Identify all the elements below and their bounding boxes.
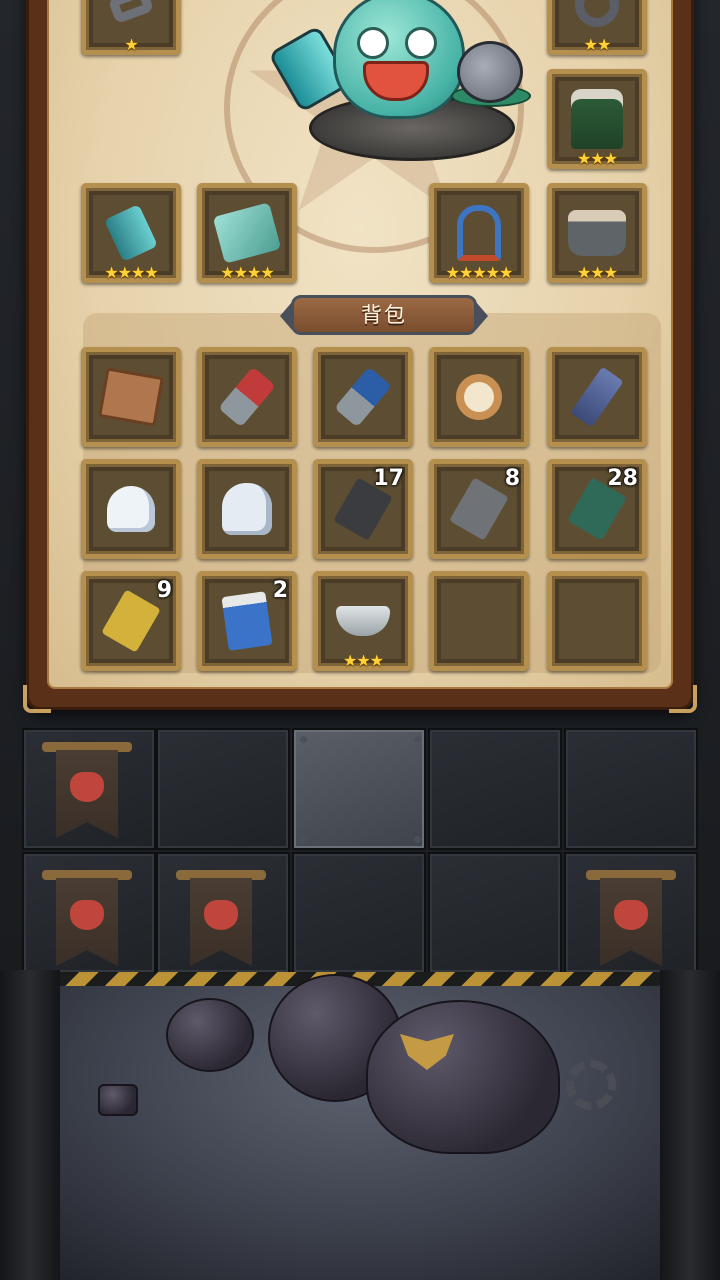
equip-stars: ★★★★ (220, 263, 274, 282)
right-pillar (660, 970, 720, 1280)
angry-ghost-icon (222, 483, 272, 535)
harp-icon (457, 205, 501, 261)
book-icon (98, 367, 164, 427)
item-count: 28 (607, 466, 638, 491)
equip-slot-helmet[interactable]: ★ (81, 0, 181, 55)
fur-boots-icon (568, 210, 626, 256)
rivet (414, 836, 421, 843)
monster-emblem-icon (70, 772, 104, 802)
item-count: 9 (156, 578, 172, 603)
backpack-slot[interactable] (197, 347, 297, 447)
robot-torso-piece (366, 1000, 560, 1154)
backpack-slot[interactable]: 17 (313, 459, 413, 559)
gear-icon (566, 1060, 616, 1110)
gray-transistor-icon (449, 477, 509, 541)
inventory-panel: ★ ★★ ★★★ ★★★★ ★★★★ ★★★★★ ★★★ 背包 17 8 28 … (23, 0, 697, 713)
blue-spool-icon (334, 366, 392, 428)
rivet (414, 736, 421, 743)
backpack-slot-empty[interactable] (429, 571, 529, 671)
fur-armor-icon (571, 89, 623, 149)
backpack-slot[interactable] (313, 347, 413, 447)
equip-stars: ★★ (583, 35, 612, 54)
equip-stars: ★★★ (576, 149, 618, 168)
left-pillar (0, 970, 60, 1280)
item-count: 17 (373, 466, 404, 491)
equip-slot-harp[interactable]: ★★★★★ (429, 183, 529, 283)
monster-emblem-icon (614, 900, 648, 930)
teal-cup-icon (104, 204, 158, 262)
floor-tile[interactable] (156, 728, 290, 850)
rivet (300, 736, 307, 743)
item-count: 2 (272, 578, 288, 603)
backpack-slot[interactable] (197, 459, 297, 559)
pet-eye (357, 27, 389, 59)
item-stars: ★★★ (342, 651, 384, 670)
robot-debris (98, 1084, 138, 1116)
robot-head-piece (166, 998, 254, 1072)
frame-corner (669, 685, 697, 713)
floor-tile[interactable] (292, 852, 426, 974)
backpack-slot[interactable] (547, 347, 647, 447)
equip-stars: ★★★★★ (445, 263, 514, 282)
backpack-slot[interactable]: 28 (547, 459, 647, 559)
backpack-slot[interactable]: 2 (197, 571, 297, 671)
backpack-slot[interactable]: 9 (81, 571, 181, 671)
backpack-slot[interactable] (81, 459, 181, 559)
parchment: ★ ★★ ★★★ ★★★★ ★★★★ ★★★★★ ★★★ 背包 17 8 28 … (47, 0, 673, 689)
item-count: 8 (504, 466, 520, 491)
red-spool-icon (218, 366, 276, 428)
monster-emblem-icon (70, 900, 104, 930)
floor-tile-revealed[interactable] (292, 728, 426, 850)
equip-slot-chip[interactable]: ★★★★ (197, 183, 297, 283)
equip-stars: ★★★★ (104, 263, 158, 282)
equip-stars: ★ (124, 35, 138, 54)
backpack-slot-empty[interactable] (547, 571, 647, 671)
monster-banner (176, 870, 266, 970)
rivet (300, 836, 307, 843)
monster-banner (42, 870, 132, 970)
monster-banner (586, 870, 676, 970)
frame-corner (23, 685, 51, 713)
compass-icon (456, 374, 502, 420)
equip-slot-ring[interactable]: ★★ (547, 0, 647, 55)
circuit-plate-icon (212, 202, 282, 264)
floor-tile[interactable] (564, 728, 698, 850)
equip-slot-armor[interactable]: ★★★ (547, 69, 647, 169)
floor-tile[interactable] (428, 728, 562, 850)
monster-banner (42, 742, 132, 842)
slime-pet-icon (333, 0, 465, 119)
visor-icon (336, 606, 390, 636)
backpack-slot[interactable] (81, 347, 181, 447)
yellow-transistor-icon (101, 589, 161, 653)
walkie-talkie-icon (570, 366, 624, 428)
backpack-slot[interactable]: 8 (429, 459, 529, 559)
backpack-slot[interactable] (429, 347, 529, 447)
ghost-icon (107, 486, 155, 532)
battery-icon (221, 591, 273, 651)
equip-slot-weapon[interactable]: ★★★★ (81, 183, 181, 283)
monster-emblem-icon (204, 900, 238, 930)
equip-stars: ★★★ (576, 263, 618, 282)
equip-slot-boots[interactable]: ★★★ (547, 183, 647, 283)
ring-icon (568, 0, 626, 34)
floor-tile[interactable] (428, 852, 562, 974)
pet-eye (405, 27, 437, 59)
backpack-title: 背包 (280, 295, 488, 335)
metal-helmet-icon (107, 0, 155, 25)
mouse-pet-icon (457, 41, 523, 103)
backpack-slot[interactable]: ★★★ (313, 571, 413, 671)
